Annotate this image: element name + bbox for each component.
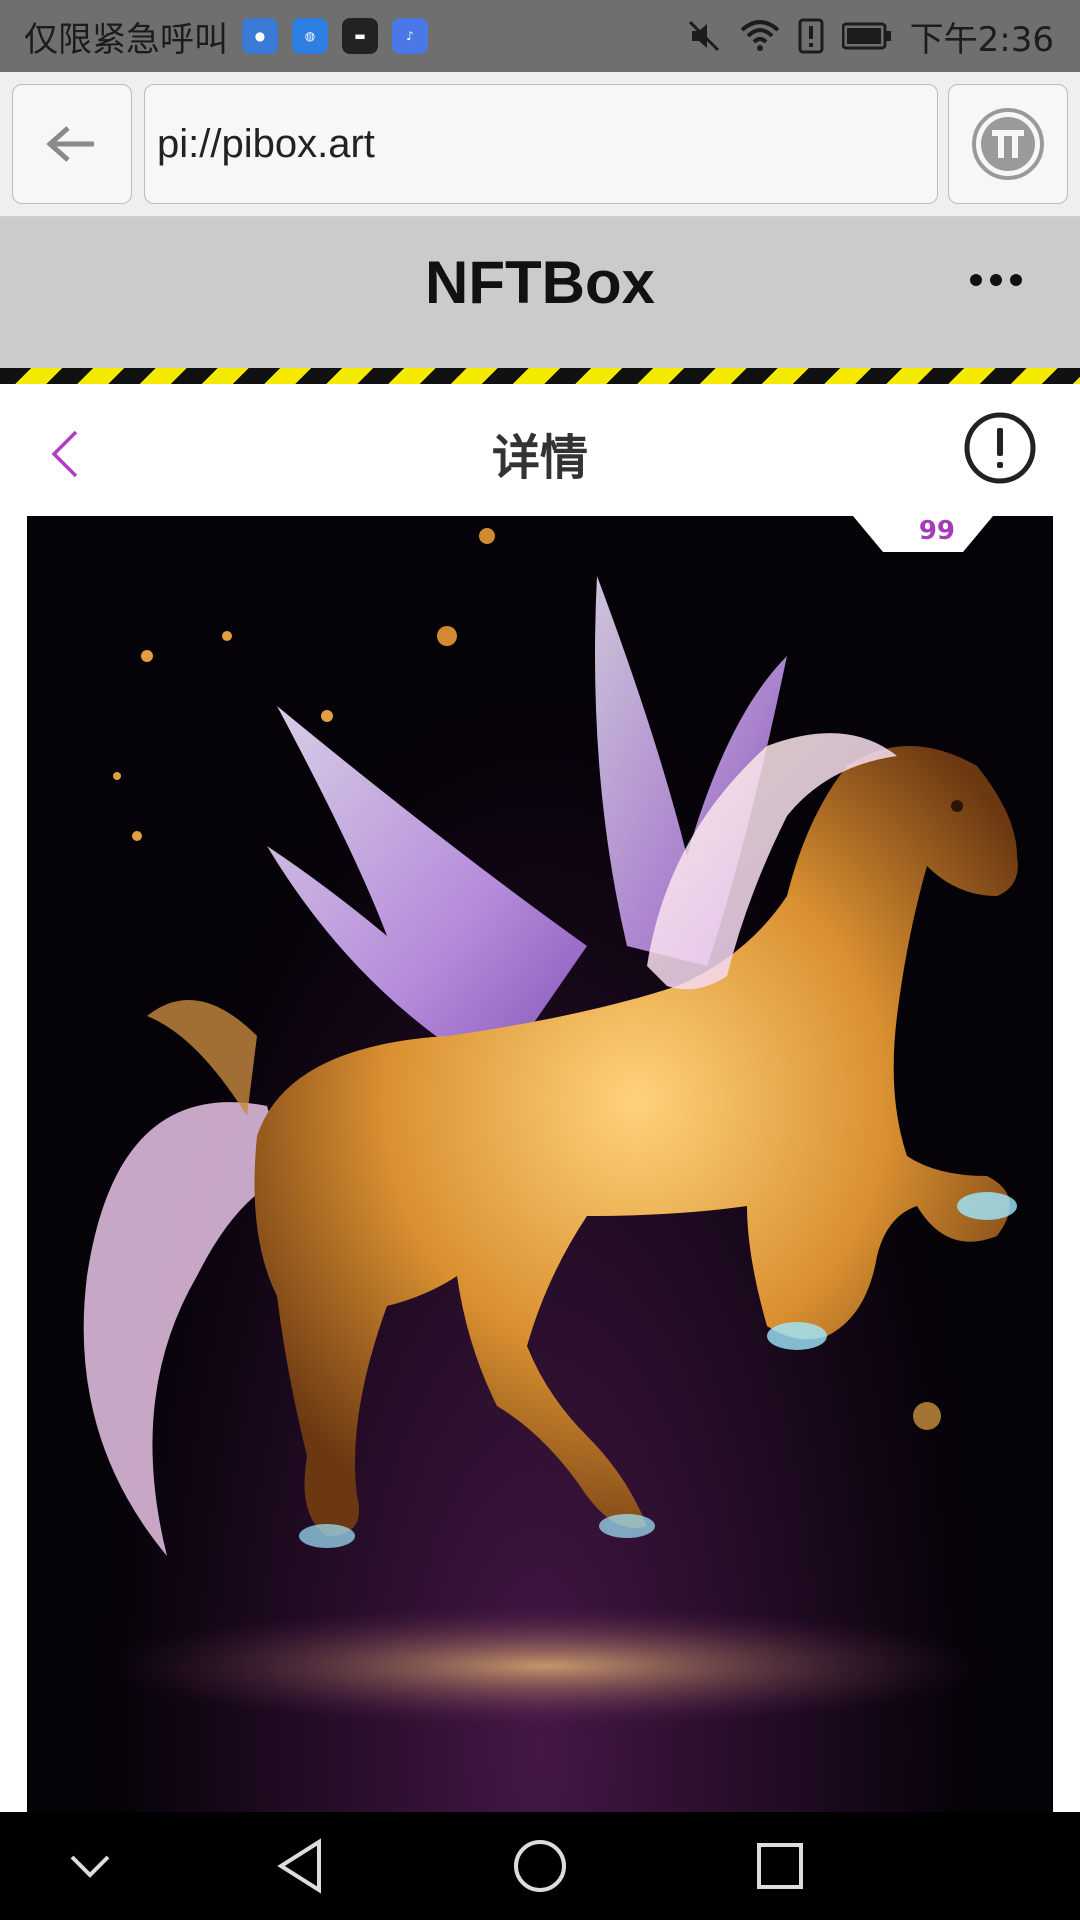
artwork-badge: 99 bbox=[918, 516, 955, 546]
url-field[interactable]: pi://pibox.art bbox=[144, 84, 938, 204]
back-triangle-icon[interactable] bbox=[264, 1830, 336, 1902]
app-title: NFTBox bbox=[425, 249, 655, 316]
more-dots-icon[interactable] bbox=[970, 274, 1022, 286]
home-circle-icon[interactable] bbox=[504, 1830, 576, 1902]
music-icon: ♪ bbox=[392, 18, 428, 54]
carrier-text: 仅限紧急呼叫 bbox=[24, 19, 228, 60]
chevron-down-icon bbox=[70, 1855, 110, 1878]
nft-artwork[interactable]: 99 bbox=[27, 516, 1053, 1812]
recents-square-icon[interactable] bbox=[744, 1830, 816, 1902]
nav-recents-icon bbox=[757, 1843, 803, 1889]
page-header: 详情 bbox=[0, 384, 1080, 516]
browser-back-button[interactable] bbox=[12, 84, 132, 204]
huawei-icon: ▬ bbox=[342, 18, 378, 54]
status-bar: 仅限紧急呼叫 ● ◍ ▬ ♪ 下午2:36 bbox=[0, 0, 1080, 72]
nav-back-icon bbox=[277, 1838, 321, 1894]
app-icon-1: ● bbox=[242, 18, 278, 54]
arrow-left-icon bbox=[46, 126, 94, 162]
url-text: pi://pibox.art bbox=[157, 121, 375, 166]
collapse-icon[interactable] bbox=[54, 1830, 126, 1902]
wifi-icon bbox=[740, 20, 779, 51]
browser-bar: pi://pibox.art bbox=[0, 72, 1080, 218]
globe-icon: ◍ bbox=[292, 18, 328, 54]
app-header: NFTBox bbox=[0, 218, 1080, 368]
clock: 下午2:36 bbox=[909, 19, 1054, 60]
nav-home-icon bbox=[514, 1840, 566, 1892]
battery-icon bbox=[841, 22, 891, 50]
alert-icon bbox=[798, 18, 824, 54]
pi-logo-icon bbox=[972, 108, 1044, 180]
exclamation-circle-icon[interactable] bbox=[962, 410, 1038, 486]
pi-wallet-button[interactable] bbox=[948, 84, 1068, 204]
dot bbox=[970, 274, 982, 286]
mute-icon bbox=[688, 20, 719, 52]
status-left: 仅限紧急呼叫 ● ◍ ▬ ♪ bbox=[0, 12, 428, 61]
dot bbox=[1010, 274, 1022, 286]
hazard-stripe bbox=[0, 368, 1080, 384]
page-title: 详情 bbox=[491, 430, 588, 486]
winged-horse-illustration bbox=[83, 528, 1018, 1726]
dot bbox=[990, 274, 1002, 286]
status-right: 下午2:36 bbox=[686, 12, 1080, 61]
system-nav-bar bbox=[0, 1812, 1080, 1920]
